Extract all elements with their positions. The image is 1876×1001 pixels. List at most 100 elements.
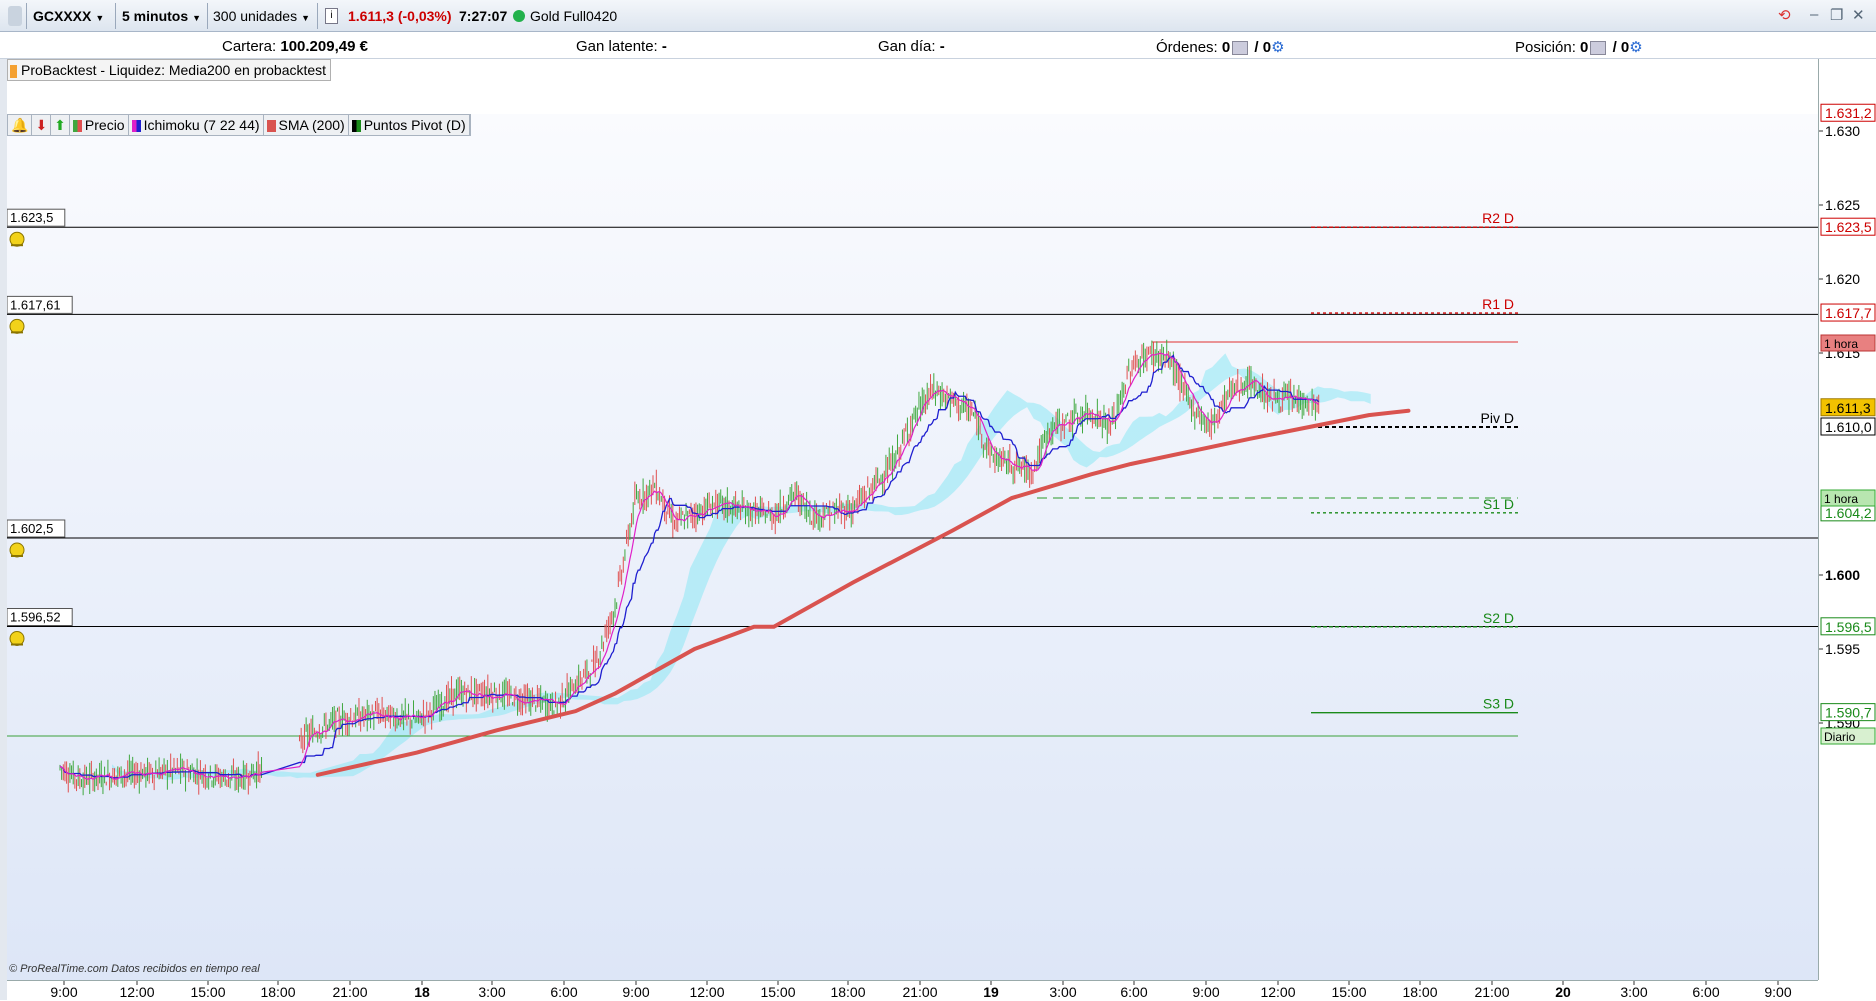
backtest-label-text: ProBacktest - Liquidez: Media200 en prob…	[21, 62, 327, 78]
pivot-label: Piv D	[1481, 410, 1514, 426]
bell-icon[interactable]	[9, 542, 25, 558]
alert-tag-text: 1.623,5	[10, 210, 53, 225]
time-tick-label: 3:00	[1049, 984, 1076, 1000]
price-tick-label: 1.620	[1825, 271, 1860, 287]
pivot-price-text: 1.617,7	[1825, 305, 1872, 321]
pivot-label: S3 D	[1483, 696, 1514, 712]
bell-base	[11, 555, 23, 557]
bell-icon[interactable]	[9, 318, 25, 334]
posicion-label: Posición:	[1515, 39, 1576, 56]
chevron-down-icon: ▼	[192, 13, 202, 23]
price-tick-label: 1.595	[1825, 641, 1860, 657]
clock-time: 7:27:07	[459, 8, 508, 24]
time-tick-label: 9:00	[1192, 984, 1219, 1000]
timeframe-selector[interactable]: 5 minutos ▼	[122, 4, 201, 28]
chevron-down-icon: ▼	[301, 13, 310, 23]
time-tick-label: 18	[414, 984, 430, 1000]
arrow-up-icon[interactable]: ⬆	[51, 115, 70, 135]
toolbar-divider	[115, 3, 116, 29]
bell-icon[interactable]	[9, 631, 25, 647]
diario-text: Diario	[1824, 730, 1856, 744]
time-tick-label: 15:00	[1331, 984, 1366, 1000]
hour-low-text: 1 hora	[1824, 492, 1858, 506]
posicion: Posición: 0 / 0⚙	[1515, 38, 1643, 56]
pivot-label: R1 D	[1482, 296, 1514, 312]
price-chart[interactable]: R3 DR2 DR1 DPiv DS1 DS2 DS3 D 1.623,51.6…	[7, 114, 1818, 980]
legend-precio-label: Precio	[84, 117, 125, 133]
current-price-text: 1.611,3	[1825, 400, 1871, 416]
time-tick-label: 18:00	[260, 984, 295, 1000]
bell-body	[9, 318, 25, 334]
refresh-icon[interactable]: ⟲	[1778, 6, 1791, 24]
pivots-swatch-icon	[351, 120, 361, 133]
time-tick-label: 20	[1555, 984, 1571, 1000]
top-toolbar: GCXXXX ▼ 5 minutos ▼ 300 unidades ▼ i 1.611…	[0, 0, 1876, 32]
alert-tag-text: 1.617,61	[10, 297, 61, 312]
legend-ichimoku-label: Ichimoku (7 22 44)	[143, 117, 260, 133]
time-tick-label: 12:00	[119, 984, 154, 1000]
symbol-label: GCXXXX	[33, 8, 92, 24]
link-icon[interactable]	[8, 6, 22, 26]
ordenes-label: Órdenes:	[1156, 39, 1218, 56]
backtest-color-icon	[10, 64, 17, 78]
time-tick-label: 6:00	[1692, 984, 1719, 1000]
posicion-value: 0	[1580, 39, 1589, 56]
pivot-price-text: 1.623,5	[1825, 219, 1872, 235]
data-source-note: Datos recibidos en tiempo real	[111, 963, 260, 975]
cartera-label: Cartera:	[222, 38, 277, 55]
time-tick-label: 15:00	[760, 984, 795, 1000]
cartera-value: 100.209,49 €	[280, 38, 368, 55]
price-axis[interactable]: 1.6301.6251.6201.6151.6001.5951.5901.631…	[1818, 59, 1876, 980]
bell-body	[9, 231, 25, 247]
positions-list-icon[interactable]	[1590, 41, 1607, 56]
alert-add-icon[interactable]: 🔔	[8, 115, 33, 135]
alert-tag-text: 1.596,52	[10, 610, 61, 625]
toolbar-divider	[207, 3, 208, 29]
orders-list-icon[interactable]	[1232, 41, 1249, 56]
toolbar-divider	[26, 3, 27, 29]
units-selector[interactable]: 300 unidades ▼	[213, 4, 310, 28]
time-tick-label: 3:00	[478, 984, 505, 1000]
pivot-price-text: 1.610,0	[1825, 419, 1872, 435]
legend-ichimoku[interactable]: Ichimoku (7 22 44)	[129, 115, 264, 135]
gan-latente-value: -	[661, 38, 667, 55]
chevron-down-icon: ▼	[95, 13, 105, 23]
gan-dia: Gan día: -	[878, 38, 945, 55]
price-change: 1.611,3 (-0,03%)	[348, 8, 452, 24]
price-tick-label: 1.625	[1825, 197, 1860, 213]
price-tick-label: 1.630	[1825, 123, 1860, 139]
pivot-price-text: 1.604,2	[1825, 505, 1872, 521]
time-tick-label: 19	[983, 984, 999, 1000]
bell-icon[interactable]	[9, 231, 25, 247]
posicion-value-2: / 0	[1612, 39, 1630, 56]
legend-pivots[interactable]: Puntos Pivot (D)	[349, 115, 470, 135]
legend-pivots-label: Puntos Pivot (D)	[363, 117, 466, 133]
time-axis[interactable]: 9:00 12:00 15:00 18:00 21:00 18 3:00 6:00 9:00 12…	[7, 980, 1818, 1001]
time-tick-label: 12:00	[1260, 984, 1295, 1000]
restore-icon[interactable]: ❐	[1830, 6, 1843, 24]
gear-icon[interactable]: ⚙	[1629, 39, 1642, 56]
time-tick-label: 12:00	[689, 984, 724, 1000]
gan-latente-label: Gan latente:	[576, 38, 658, 55]
legend-sma[interactable]: SMA (200)	[264, 115, 349, 135]
instrument-name: Gold Full0420	[530, 8, 618, 24]
backtest-label[interactable]: ProBacktest - Liquidez: Media200 en prob…	[7, 59, 332, 81]
bell-base	[11, 643, 23, 646]
price-tick-label: 1.600	[1825, 567, 1860, 583]
info-icon[interactable]: i	[325, 8, 338, 24]
time-tick-label: 6:00	[1120, 984, 1147, 1000]
gear-icon[interactable]: ⚙	[1271, 39, 1284, 56]
time-tick-label: 21:00	[1474, 984, 1509, 1000]
time-tick-label: 18:00	[830, 984, 865, 1000]
copyright: © ProRealTime.com Datos recibidos en tie…	[9, 963, 260, 975]
close-icon[interactable]: ✕	[1852, 6, 1865, 24]
time-tick-label: 21:00	[332, 984, 367, 1000]
gan-latente: Gan latente: -	[576, 38, 667, 55]
gan-dia-value: -	[939, 38, 945, 55]
legend-precio[interactable]: Precio	[70, 115, 129, 135]
minimize-icon[interactable]: –	[1810, 6, 1818, 23]
arrow-down-icon[interactable]: ⬇	[32, 115, 52, 135]
symbol-selector[interactable]: GCXXXX ▼	[33, 4, 104, 28]
gan-dia-label: Gan día:	[878, 38, 936, 55]
sma-swatch-icon	[266, 120, 276, 133]
